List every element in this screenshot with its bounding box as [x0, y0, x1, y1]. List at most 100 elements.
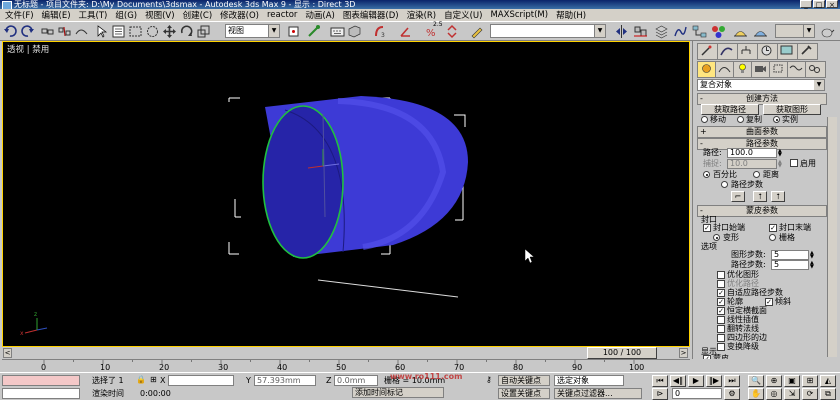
create-tab-icon[interactable]: [697, 43, 718, 60]
cap-end-checkbox[interactable]: ✓: [769, 224, 777, 232]
zoom-all-icon[interactable]: ⊕: [766, 375, 782, 387]
goto-start-icon[interactable]: ⏮: [652, 375, 668, 387]
key-filters-button[interactable]: 关键点过滤器...: [554, 388, 642, 399]
shape-steps-spinner[interactable]: 5 ▲ ▼: [771, 250, 814, 260]
play-icon[interactable]: ▶: [688, 375, 704, 387]
mode-copy-radio[interactable]: [737, 116, 744, 123]
auto-key-button[interactable]: 自动关键点: [498, 375, 550, 386]
absolute-mode-icon[interactable]: ⊞: [150, 375, 158, 384]
menu-maxscript[interactable]: MAXScript(M): [488, 10, 554, 20]
walkthrough-icon[interactable]: ⇲: [784, 388, 800, 400]
perspective-viewport[interactable]: 透视 | 禁用 x z: [2, 41, 690, 347]
edit-named-selection-icon[interactable]: [470, 24, 485, 39]
teapot-render-icon[interactable]: [820, 24, 835, 39]
morph-radio[interactable]: [713, 234, 720, 241]
schematic-view-icon[interactable]: [692, 24, 707, 39]
orbit-icon[interactable]: ◎: [766, 388, 782, 400]
time-slider-thumb[interactable]: 100 / 100: [587, 347, 657, 359]
select-move-icon[interactable]: [162, 24, 177, 39]
maxscript-output[interactable]: [2, 388, 80, 399]
transform-degrade-checkbox[interactable]: [717, 343, 725, 351]
optimize-path-checkbox[interactable]: [717, 280, 725, 288]
render-scene-icon[interactable]: [733, 24, 748, 39]
zoom-extents-all-icon[interactable]: ⊞: [802, 375, 818, 387]
next-shape-button[interactable]: ⭡: [771, 191, 785, 202]
x-coordinate-field[interactable]: [168, 375, 234, 386]
flip-normals-checkbox[interactable]: [717, 325, 725, 333]
minimize-button[interactable]: _: [800, 0, 812, 9]
menu-rendering[interactable]: 渲染(R): [405, 9, 443, 21]
pivot-center-icon[interactable]: [286, 24, 301, 39]
layer-manager-icon[interactable]: [654, 24, 669, 39]
percentage-radio[interactable]: [703, 171, 710, 178]
utilities-tab-icon[interactable]: [797, 43, 818, 60]
cap-start-checkbox[interactable]: ✓: [703, 224, 711, 232]
zoom-extents-icon[interactable]: ▣: [784, 375, 800, 387]
time-slider-track[interactable]: < 100 / 100 >: [2, 347, 690, 359]
reference-coordinate-dropdown[interactable]: 视图 ▼: [225, 24, 280, 38]
prev-frame-button[interactable]: <: [3, 348, 12, 358]
window-crossing-icon[interactable]: [145, 24, 160, 39]
menu-group[interactable]: 组(G): [113, 9, 143, 21]
systems-category-icon[interactable]: [805, 61, 826, 78]
mode-move-radio[interactable]: [701, 116, 708, 123]
y-coordinate-field[interactable]: 57.393mm: [254, 375, 316, 386]
maxscript-listener-input[interactable]: [2, 375, 80, 386]
contour-checkbox[interactable]: ✓: [717, 298, 725, 306]
align-icon[interactable]: [633, 24, 648, 39]
maximize-viewport-icon[interactable]: ⧉: [820, 388, 836, 400]
select-rotate-icon[interactable]: [179, 24, 194, 39]
select-by-name-icon[interactable]: [111, 24, 126, 39]
quad-sides-checkbox[interactable]: [717, 334, 725, 342]
box-icon[interactable]: [347, 24, 362, 39]
arc-rotate-icon[interactable]: ⟳: [802, 388, 818, 400]
distance-radio[interactable]: [753, 171, 760, 178]
command-panel-scrollbar[interactable]: [827, 117, 837, 357]
pan-icon[interactable]: ✋: [748, 388, 764, 400]
pick-shape-button[interactable]: ⌐: [731, 191, 745, 202]
field-of-view-icon[interactable]: ◭: [820, 375, 836, 387]
current-frame-field[interactable]: 0: [672, 388, 722, 399]
menu-graph-editors[interactable]: 图表编辑器(D): [341, 9, 405, 21]
banking-checkbox[interactable]: ✓: [765, 298, 773, 306]
menu-help[interactable]: 帮助(H): [554, 9, 592, 21]
get-path-button[interactable]: 获取路径: [701, 104, 759, 115]
menu-file[interactable]: 文件(F): [3, 9, 40, 21]
keyboard-shortcut-icon[interactable]: [330, 24, 345, 39]
time-config-icon[interactable]: ⚙: [724, 388, 740, 400]
lock-selection-icon[interactable]: 🔒: [136, 375, 146, 384]
undo-icon[interactable]: [3, 24, 18, 39]
snap-spinner[interactable]: 10.0 ▲ ▼: [727, 159, 782, 169]
surface-params-rollout-header[interactable]: + 曲面参数: [697, 126, 827, 138]
mirror-icon[interactable]: [614, 24, 629, 39]
enable-snap-checkbox[interactable]: [790, 159, 798, 167]
z-coordinate-field[interactable]: 0.0mm: [334, 375, 378, 386]
menu-edit[interactable]: 编辑(E): [40, 9, 77, 21]
select-scale-icon[interactable]: [196, 24, 211, 39]
snaps-toggle-icon[interactable]: 3: [373, 24, 388, 39]
region-select-icon[interactable]: [128, 24, 143, 39]
optimize-shapes-checkbox[interactable]: [717, 271, 725, 279]
next-frame-button[interactable]: >: [679, 348, 688, 358]
prev-key-icon[interactable]: ◀‖: [670, 375, 686, 387]
adaptive-path-steps-checkbox[interactable]: ✓: [717, 289, 725, 297]
add-time-tag-button[interactable]: 添加时间标记: [352, 387, 444, 398]
key-mode-toggle-icon[interactable]: ⊳: [652, 388, 668, 400]
previous-shape-button[interactable]: ⭡: [753, 191, 767, 202]
menu-reactor[interactable]: reactor: [265, 10, 303, 20]
path-spinner[interactable]: 100.0 ▲ ▼: [727, 148, 782, 158]
motion-tab-icon[interactable]: [757, 43, 778, 60]
path-steps-radio[interactable]: [721, 181, 728, 188]
render-type-dropdown[interactable]: ▼: [775, 24, 815, 38]
goto-end-icon[interactable]: ⏭: [724, 375, 740, 387]
redo-icon[interactable]: [20, 24, 35, 39]
menu-create[interactable]: 创建(C): [181, 9, 219, 21]
modify-tab-icon[interactable]: [717, 43, 738, 60]
zoom-icon[interactable]: 🔍: [748, 375, 764, 387]
next-key-icon[interactable]: ‖▶: [706, 375, 722, 387]
menu-views[interactable]: 视图(V): [143, 9, 180, 21]
percent-snap-icon[interactable]: % 2.5: [425, 21, 443, 39]
bind-spacewarp-icon[interactable]: [74, 24, 89, 39]
select-manipulate-icon[interactable]: [306, 24, 321, 39]
quick-render-icon[interactable]: [753, 24, 768, 39]
